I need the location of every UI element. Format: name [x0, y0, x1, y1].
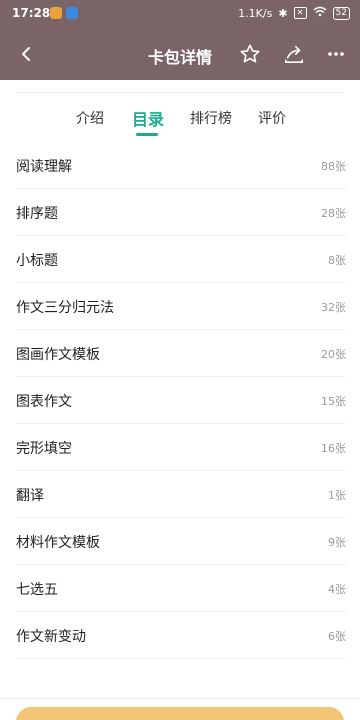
tab-reviews[interactable]: 评价: [258, 108, 286, 128]
status-bar: 17:28 1.1K/s ✱ ✕ 52: [0, 0, 360, 28]
star-icon[interactable]: [236, 40, 264, 68]
alarm-icon: [50, 7, 62, 19]
list-item[interactable]: 作文新变动 6张: [0, 612, 360, 659]
list-item-name: 翻译: [16, 488, 44, 504]
list-item-name: 阅读理解: [16, 159, 72, 175]
sim-x-icon: ✕: [293, 7, 307, 19]
list-item-name: 材料作文模板: [16, 535, 100, 551]
list-item-count: 6张: [328, 630, 346, 643]
list-item[interactable]: 翻译 1张: [0, 471, 360, 518]
battery-icon: 52: [332, 6, 350, 20]
network-speed: 1.1K/s: [238, 6, 273, 20]
list-item-name: 完形填空: [16, 441, 72, 457]
header: 17:28 1.1K/s ✱ ✕ 52 卡包详情: [0, 0, 360, 80]
wifi-icon: [313, 6, 327, 20]
list-item-name: 图表作文: [16, 394, 72, 410]
list-item[interactable]: 作文三分归元法 32张: [0, 283, 360, 330]
more-dots-icon[interactable]: [322, 40, 350, 68]
list-item[interactable]: 七选五 4张: [0, 565, 360, 612]
list-item-count: 8张: [328, 254, 346, 267]
status-time: 17:28: [12, 6, 51, 20]
cloud-icon: [66, 7, 78, 19]
list-item-count: 15张: [321, 395, 346, 408]
list-item[interactable]: 阅读理解 88张: [0, 142, 360, 189]
list-item-count: 20张: [321, 348, 346, 361]
bottom-action-button[interactable]: [16, 707, 344, 720]
nav-bar: 卡包详情: [0, 30, 360, 78]
bluetooth-icon: ✱: [278, 6, 288, 20]
tab-bar: 介绍 目录 排行榜 评价: [0, 102, 360, 142]
list-item-count: 1张: [328, 489, 346, 502]
list-item[interactable]: 图画作文模板 20张: [0, 330, 360, 377]
list-item-count: 88张: [321, 160, 346, 173]
tab-intro[interactable]: 介绍: [76, 108, 104, 128]
list-item-count: 4张: [328, 583, 346, 596]
divider: [16, 658, 346, 659]
list-item-count: 9张: [328, 536, 346, 549]
list-item-name: 排序题: [16, 206, 58, 222]
list-item[interactable]: 排序题 28张: [0, 189, 360, 236]
list-item-count: 28张: [321, 207, 346, 220]
list-item[interactable]: 完形填空 16张: [0, 424, 360, 471]
list-item-name: 七选五: [16, 582, 58, 598]
status-right-group: 1.1K/s ✱ ✕ 52: [238, 6, 350, 20]
list-item[interactable]: 图表作文 15张: [0, 377, 360, 424]
list-item-count: 16张: [321, 442, 346, 455]
list-item-name: 小标题: [16, 253, 58, 269]
tab-active-indicator: [136, 133, 158, 136]
top-divider: [18, 92, 342, 93]
tab-catalog[interactable]: 目录: [132, 106, 164, 130]
list-item[interactable]: 小标题 8张: [0, 236, 360, 283]
bottom-divider: [0, 698, 360, 699]
share-icon[interactable]: [280, 40, 308, 68]
list-item-name: 作文新变动: [16, 629, 86, 645]
list-item-count: 32张: [321, 301, 346, 314]
status-notification-icons: [50, 7, 78, 19]
list-item[interactable]: 材料作文模板 9张: [0, 518, 360, 565]
list-item-name: 作文三分归元法: [16, 300, 114, 316]
list-item-name: 图画作文模板: [16, 347, 100, 363]
tab-ranking[interactable]: 排行榜: [190, 108, 232, 128]
